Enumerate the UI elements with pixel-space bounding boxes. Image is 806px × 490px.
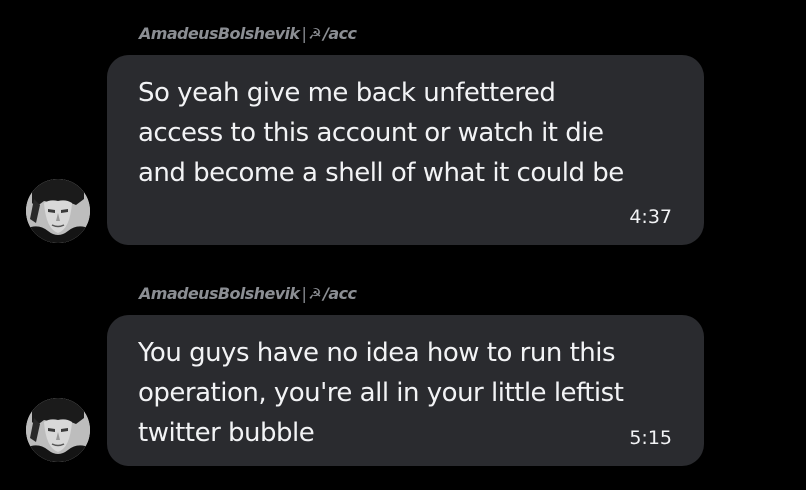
hammer-sickle-icon: ☭ xyxy=(308,25,322,43)
sender-name[interactable]: AmadeusBolshevik | ☭/acc xyxy=(139,284,357,303)
message-bubble[interactable]: You guys have no idea how to run this op… xyxy=(107,315,704,466)
sender-separator: | xyxy=(301,284,307,303)
user-avatar-icon[interactable] xyxy=(26,179,90,243)
sender-name-text: AmadeusBolshevik xyxy=(139,24,300,43)
message-text: So yeah give me back unfettered access t… xyxy=(138,78,624,188)
user-avatar-icon[interactable] xyxy=(26,398,90,462)
sender-name[interactable]: AmadeusBolshevik | ☭/acc xyxy=(139,24,357,43)
sender-separator: | xyxy=(301,24,307,43)
message-text: You guys have no idea how to run this op… xyxy=(138,338,624,448)
sender-badge-text: /acc xyxy=(323,24,357,43)
sender-badge-text: /acc xyxy=(323,284,357,303)
message-timestamp: 4:37 xyxy=(629,206,672,228)
hammer-sickle-icon: ☭ xyxy=(308,285,322,303)
message-bubble[interactable]: So yeah give me back unfettered access t… xyxy=(107,55,704,245)
sender-name-text: AmadeusBolshevik xyxy=(139,284,300,303)
message-timestamp: 5:15 xyxy=(629,427,672,449)
